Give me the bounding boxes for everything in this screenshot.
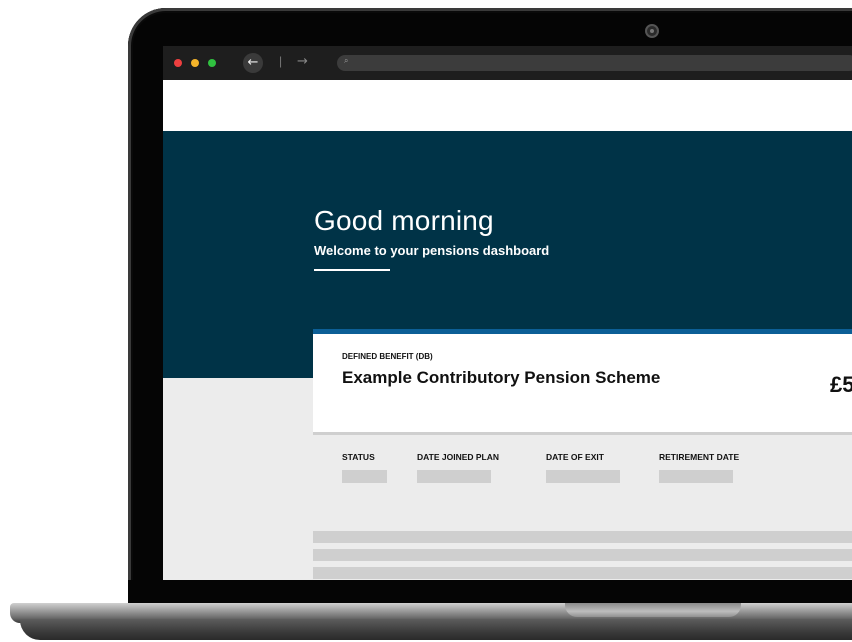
minimize-window-button[interactable]: [191, 59, 199, 67]
greeting-heading: Good morning: [314, 205, 494, 236]
pension-scheme-title: Example Contributory Pension Scheme: [342, 368, 661, 387]
date-of-exit-label: DATE OF EXIT: [546, 452, 604, 462]
laptop-hinge: [565, 603, 741, 617]
retirement-date-label: RETIREMENT DATE: [659, 452, 740, 462]
screen: ← | → ⌕ Good morning Welcome to your pen…: [163, 46, 852, 580]
welcome-subtitle: Welcome to your pensions dashboard: [314, 243, 550, 258]
back-arrow-icon[interactable]: ←: [243, 53, 263, 73]
skeleton-row: [313, 549, 852, 561]
maximize-window-button[interactable]: [208, 59, 216, 67]
pension-amount: £5: [830, 372, 852, 397]
retirement-date-value-placeholder: [659, 470, 733, 483]
skeleton-row: [313, 531, 852, 543]
page-header: [163, 80, 852, 131]
nav-separator: |: [279, 54, 283, 68]
pension-type-label: DEFINED BENEFIT (DB): [342, 352, 433, 361]
search-icon: ⌕: [344, 56, 349, 65]
skeleton-row: [313, 567, 852, 579]
hero-underline: [314, 269, 390, 271]
card-divider: [313, 432, 852, 435]
date-joined-value-placeholder: [417, 470, 491, 483]
address-bar[interactable]: ⌕: [337, 55, 852, 71]
laptop-base-front: [20, 620, 852, 640]
close-window-button[interactable]: [174, 59, 182, 67]
status-label: STATUS: [342, 452, 375, 462]
camera-icon: [645, 24, 659, 38]
pension-card[interactable]: DEFINED BENEFIT (DB) Example Contributor…: [313, 334, 852, 432]
status-value-placeholder: [342, 470, 387, 483]
date-of-exit-value-placeholder: [546, 470, 620, 483]
browser-toolbar: ← | → ⌕: [163, 46, 852, 80]
forward-arrow-icon[interactable]: →: [297, 54, 308, 69]
date-joined-label: DATE JOINED PLAN: [417, 452, 500, 462]
